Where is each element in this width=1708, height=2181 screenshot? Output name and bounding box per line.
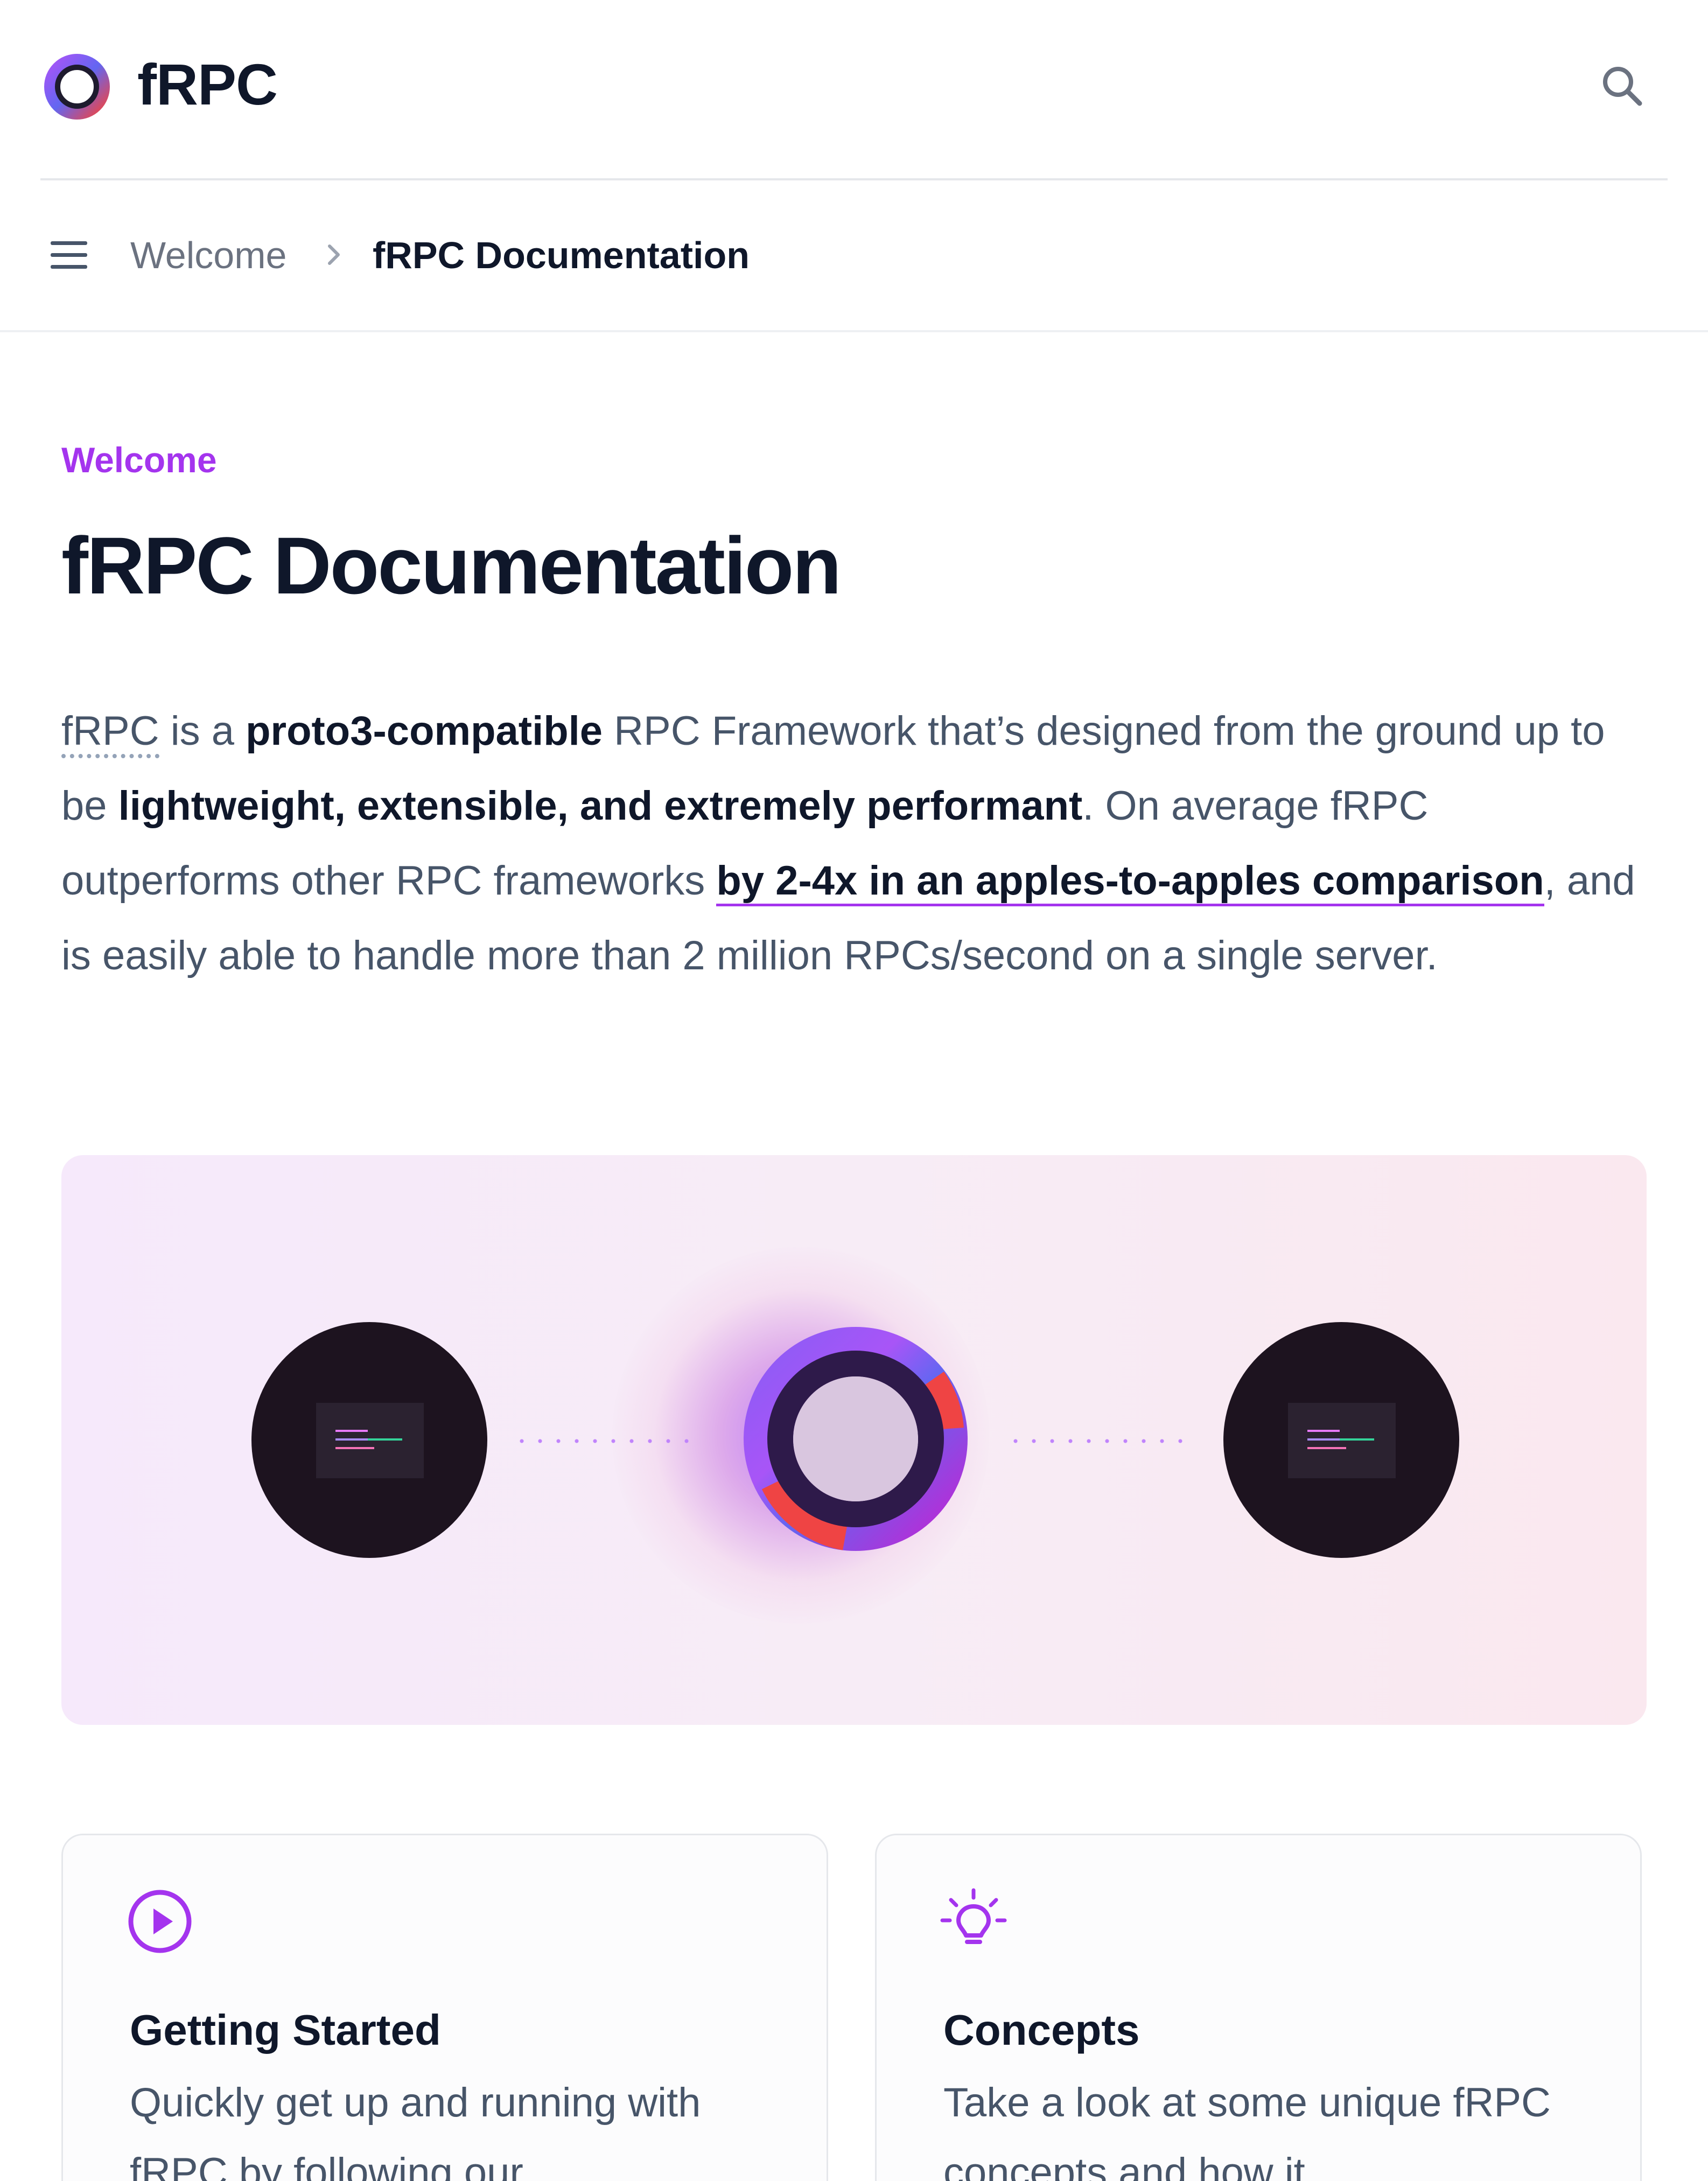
chevron-right-icon xyxy=(328,244,340,265)
breadcrumb: Welcome fRPC Documentation xyxy=(0,180,1708,331)
connection-dots-left xyxy=(513,1439,690,1443)
card-getting-started[interactable]: Getting Started Quickly get up and runni… xyxy=(61,1834,828,2181)
intro-bold-performant: lightweight, extensible, and extremely p… xyxy=(118,783,1083,829)
page: fRPC Welcome fRPC Documentation Welcome … xyxy=(0,0,1708,2181)
play-circle-icon xyxy=(128,1890,192,1953)
hero-illustration xyxy=(61,1155,1647,1725)
intro-paragraph: fRPC is a proto3-compatible RPC Framewor… xyxy=(61,694,1655,993)
section-eyebrow: Welcome xyxy=(61,440,217,480)
breadcrumb-item-current: fRPC Documentation xyxy=(373,234,750,276)
card-description: Take a look at some unique fRPC concepts… xyxy=(943,2080,1551,2181)
top-header: fRPC xyxy=(0,0,1708,179)
frpc-logo-icon[interactable] xyxy=(43,53,111,121)
breadcrumb-item-welcome[interactable]: Welcome xyxy=(130,232,286,278)
connection-dots-right xyxy=(1006,1439,1184,1443)
server-node xyxy=(1223,1322,1459,1558)
terminal-icon xyxy=(1288,1403,1396,1478)
breadcrumb-divider xyxy=(0,330,1708,332)
search-icon[interactable] xyxy=(1597,60,1648,112)
terminal-icon xyxy=(316,1403,424,1478)
card-concepts[interactable]: Concepts Take a look at some unique fRPC… xyxy=(875,1834,1642,2181)
benchmark-link[interactable]: by 2-4x in an apples-to-apples compariso… xyxy=(716,858,1544,906)
page-title: fRPC Documentation xyxy=(61,520,842,611)
hamburger-menu-icon[interactable] xyxy=(50,236,88,275)
intro-bold-proto3: proto3-compatible xyxy=(246,708,603,754)
intro-text-1: is a xyxy=(159,708,246,754)
frpc-ring-logo-icon xyxy=(744,1327,968,1551)
card-title: Concepts xyxy=(943,2006,1140,2054)
card-description: Quickly get up and running with fRPC by … xyxy=(130,2080,701,2181)
frpc-abbreviation[interactable]: fRPC xyxy=(61,708,159,758)
brand-name[interactable]: fRPC xyxy=(137,50,278,120)
client-node xyxy=(251,1322,487,1558)
lightbulb-icon xyxy=(940,1888,1007,1944)
card-title: Getting Started xyxy=(130,2006,441,2054)
